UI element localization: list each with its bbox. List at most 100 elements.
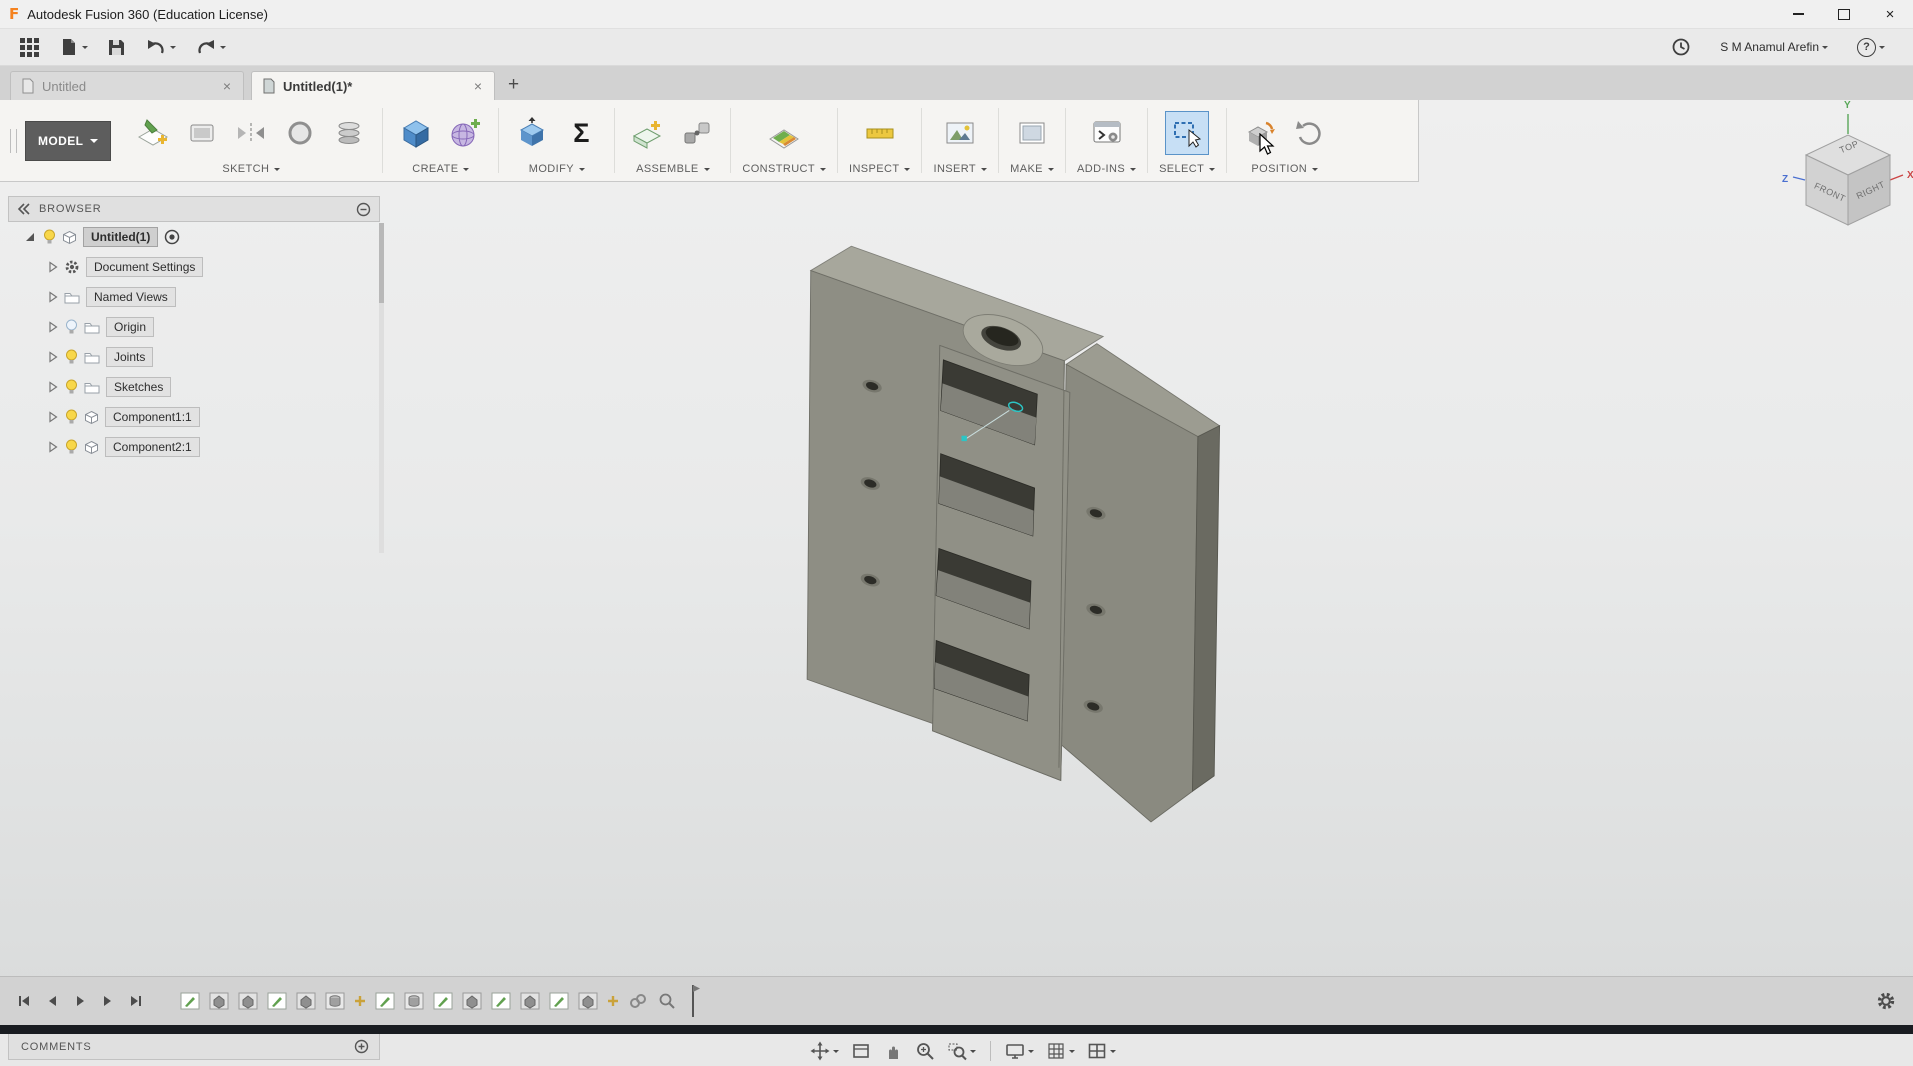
display-settings-button[interactable] — [1001, 1038, 1038, 1064]
tab-close-icon[interactable]: × — [472, 79, 484, 93]
new-tab-button[interactable]: + — [502, 74, 529, 100]
browser-item-label[interactable]: Document Settings — [86, 257, 204, 277]
joint-icon[interactable] — [675, 111, 719, 155]
expand-comments-icon[interactable] — [354, 1039, 369, 1054]
expand-arrow-icon[interactable] — [48, 261, 58, 273]
job-status-button[interactable] — [1666, 33, 1696, 61]
timeline-feature-new-component-icon[interactable] — [354, 991, 366, 1011]
browser-item-label[interactable]: Joints — [106, 347, 154, 367]
browser-root-label[interactable]: Untitled(1) — [83, 227, 159, 247]
minimize-button[interactable] — [1775, 0, 1821, 28]
timeline-feature-sketch-icon[interactable] — [433, 991, 453, 1011]
browser-item-label[interactable]: Component2:1 — [105, 437, 200, 457]
close-button[interactable]: × — [1867, 0, 1913, 28]
parameters-sigma-icon[interactable]: Σ — [559, 111, 603, 155]
workspace-selector[interactable]: MODEL — [25, 120, 112, 161]
grid-display-button[interactable] — [1042, 1038, 1079, 1064]
sketch-menu-button[interactable]: SKETCH — [131, 161, 371, 178]
expand-arrow-icon[interactable] — [48, 321, 58, 333]
lightbulb-icon[interactable] — [65, 379, 78, 395]
expand-arrow-icon[interactable] — [48, 351, 58, 363]
timeline-settings-button[interactable] — [1875, 990, 1897, 1012]
timeline-feature-cylinder-icon[interactable] — [325, 991, 345, 1011]
tab-untitled[interactable]: Untitled × — [10, 71, 244, 100]
lightbulb-icon[interactable] — [65, 409, 78, 425]
expand-arrow-icon[interactable] — [48, 291, 58, 303]
lightbulb-icon[interactable] — [65, 439, 78, 455]
mirror-icon[interactable] — [229, 111, 273, 155]
new-component-icon[interactable] — [626, 111, 670, 155]
timeline-playhead[interactable] — [686, 983, 700, 1019]
select-menu-button[interactable]: SELECT — [1159, 161, 1216, 178]
go-to-start-button[interactable] — [16, 993, 32, 1009]
position-menu-button[interactable]: POSITION — [1238, 161, 1331, 178]
app-grid-button[interactable] — [14, 33, 45, 62]
browser-item-label[interactable]: Named Views — [86, 287, 176, 307]
browser-row-named-views[interactable]: Named Views — [8, 282, 380, 312]
expand-arrow-icon[interactable] — [48, 381, 58, 393]
browser-item-label[interactable]: Origin — [106, 317, 155, 337]
toolbar-grip[interactable] — [10, 128, 17, 153]
browser-row-root[interactable]: Untitled(1) — [8, 222, 380, 252]
browser-row-joints[interactable]: Joints — [8, 342, 380, 372]
press-pull-icon[interactable] — [510, 111, 554, 155]
form-icon[interactable] — [443, 111, 487, 155]
measure-icon[interactable] — [858, 111, 902, 155]
redo-button[interactable] — [190, 34, 231, 60]
coil-icon[interactable] — [327, 111, 371, 155]
pan-hand-button[interactable] — [879, 1038, 907, 1064]
viewcube[interactable]: TOP FRONT RIGHT Y X Z — [1780, 90, 1913, 250]
browser-row-component1[interactable]: Component1:1 — [8, 402, 380, 432]
box-icon[interactable] — [394, 111, 438, 155]
step-forward-button[interactable] — [100, 993, 116, 1009]
comments-bar[interactable]: COMMENTS — [8, 1033, 380, 1060]
timeline-feature-sketch-icon[interactable] — [375, 991, 395, 1011]
go-to-end-button[interactable] — [128, 993, 144, 1009]
browser-scrollbar[interactable] — [379, 223, 384, 553]
add-ins-icon[interactable] — [1085, 111, 1129, 155]
expand-arrow-icon[interactable] — [48, 411, 58, 423]
make-menu-button[interactable]: MAKE — [1010, 161, 1054, 178]
timeline-feature-sketch-icon[interactable] — [267, 991, 287, 1011]
create-menu-button[interactable]: CREATE — [394, 161, 487, 178]
timeline-feature-sketch-icon[interactable] — [180, 991, 200, 1011]
timeline-feature-extrude-icon[interactable] — [238, 991, 258, 1011]
create-sketch-icon[interactable] — [131, 111, 175, 155]
undo-button[interactable] — [140, 34, 181, 60]
addins-menu-button[interactable]: ADD-INS — [1077, 161, 1137, 178]
sketch-circle-icon[interactable] — [278, 111, 322, 155]
browser-header[interactable]: BROWSER — [8, 196, 380, 222]
user-account-button[interactable]: S M Anamul Arefin — [1715, 36, 1833, 58]
insert-menu-button[interactable]: INSERT — [933, 161, 988, 178]
inspect-menu-button[interactable]: INSPECT — [849, 161, 911, 178]
pan-button[interactable] — [806, 1038, 843, 1064]
revert-position-icon[interactable] — [1287, 111, 1331, 155]
browser-item-label[interactable]: Component1:1 — [105, 407, 200, 427]
timeline-feature-extrude-icon[interactable] — [578, 991, 598, 1011]
assemble-menu-button[interactable]: ASSEMBLE — [626, 161, 719, 178]
timeline-feature-sketch-icon[interactable] — [549, 991, 569, 1011]
timeline-feature-extrude-icon[interactable] — [520, 991, 540, 1011]
expand-arrow-icon[interactable] — [48, 441, 58, 453]
help-button[interactable]: ? — [1852, 34, 1890, 61]
file-menu-button[interactable] — [54, 33, 93, 61]
timeline-feature-sketch-icon[interactable] — [491, 991, 511, 1011]
tab-untitled-1[interactable]: Untitled(1)* × — [251, 71, 495, 100]
lightbulb-off-icon[interactable] — [65, 319, 78, 335]
lightbulb-icon[interactable] — [65, 349, 78, 365]
maximize-button[interactable] — [1821, 0, 1867, 28]
zoom-window-button[interactable] — [943, 1038, 980, 1064]
fit-button[interactable] — [847, 1038, 875, 1064]
timeline-feature-zoom-icon[interactable] — [657, 991, 677, 1011]
construct-plane-icon[interactable] — [762, 111, 806, 155]
timeline-feature-extrude-icon[interactable] — [462, 991, 482, 1011]
capture-position-icon[interactable] — [1238, 111, 1282, 155]
collapse-panel-icon[interactable] — [17, 203, 31, 215]
expanded-arrow-icon[interactable] — [24, 231, 36, 243]
lightbulb-icon[interactable] — [43, 229, 56, 245]
browser-row-document-settings[interactable]: Document Settings — [8, 252, 380, 282]
timeline-feature-extrude-icon[interactable] — [209, 991, 229, 1011]
select-icon[interactable] — [1165, 111, 1210, 155]
browser-row-component2[interactable]: Component2:1 — [8, 432, 380, 462]
timeline-feature-extrude-icon[interactable] — [296, 991, 316, 1011]
